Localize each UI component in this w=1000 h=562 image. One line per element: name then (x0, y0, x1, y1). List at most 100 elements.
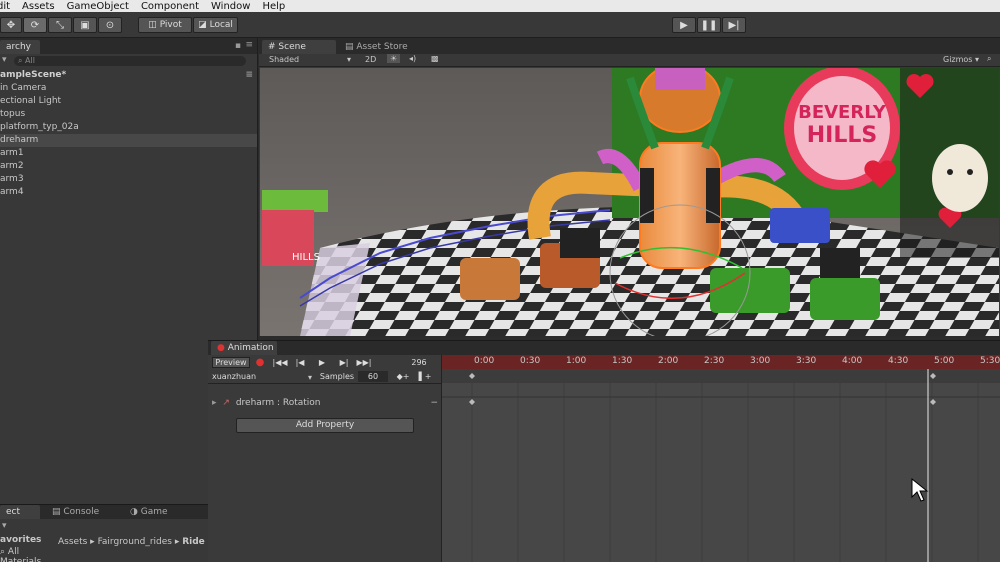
breadcrumb-item[interactable]: Fairground_rides (98, 537, 172, 547)
scene-root[interactable]: ampleScene* ≡ (0, 69, 257, 82)
preview-toggle[interactable]: Preview (212, 357, 250, 368)
scene-tabstrip: # Scene ▤ Asset Store (259, 38, 1000, 54)
scene-search-icon[interactable]: ⌕ (987, 54, 991, 64)
samples-field[interactable]: 60 (358, 371, 388, 382)
time-tick: 5:30 (980, 356, 1000, 366)
next-key-button[interactable]: ▶| (336, 357, 352, 368)
time-tick: 4:00 (842, 356, 863, 366)
last-key-button[interactable]: ▶▶| (356, 357, 372, 368)
scale-icon: ⤡ (56, 19, 64, 31)
main-toolbar: ✥ ⟳ ⤡ ▣ ⊙ ◫ Pivot ◪ Local ▶ ❚❚ ▶| (0, 12, 1000, 38)
hierarchy-item[interactable]: platform_typ_02a (0, 121, 257, 134)
tab-game-label: Game (140, 507, 168, 517)
prev-key-icon: |◀ (295, 358, 305, 367)
rect-icon: ▣ (80, 19, 90, 31)
tab-asset-store-label: Asset Store (356, 42, 408, 52)
tab-asset-store[interactable]: ▤ Asset Store (339, 40, 419, 54)
hierarchy-item[interactable]: arm1 (0, 147, 257, 160)
hierarchy-item[interactable]: in Camera (0, 82, 257, 95)
tab-console[interactable]: ▤ Console (46, 505, 106, 519)
add-property-button[interactable]: Add Property (236, 418, 414, 433)
panel-menu-icon[interactable]: ≡ (245, 40, 253, 50)
time-tick: 2:30 (704, 356, 725, 366)
expand-arrow-icon[interactable]: ▸ (212, 398, 217, 408)
add-keyframe-button[interactable]: ◆+ (396, 371, 410, 382)
frame-field[interactable]: 296 (404, 357, 434, 368)
step-icon: ▶| (728, 19, 740, 31)
hierarchy-tab[interactable]: archy (0, 40, 40, 54)
time-ruler[interactable]: 0:00 0:30 1:00 1:30 2:00 2:30 3:00 3:30 … (442, 355, 1000, 369)
add-keyframe-icon: ◆+ (396, 372, 410, 381)
scene-viewport[interactable]: BEVERLY HILLS HILLS (260, 68, 999, 336)
breadcrumb-item[interactable]: Ride (182, 537, 205, 547)
hierarchy-item[interactable]: arm4 (0, 186, 257, 199)
rotation-keyframe[interactable] (469, 399, 475, 405)
hierarchy-item-selected[interactable]: dreharm (0, 134, 257, 147)
menu-component[interactable]: Component (141, 1, 199, 12)
animation-tab-label: Animation (227, 343, 274, 353)
scene-menu-icon[interactable]: ≡ (245, 69, 253, 82)
hierarchy-tab-label: archy (6, 42, 31, 52)
gizmos-dropdown-icon: ▾ (975, 55, 980, 64)
create-dropdown-icon[interactable]: ▾ (2, 55, 7, 65)
rect-tool-button[interactable]: ▣ (73, 17, 97, 33)
hierarchy-item[interactable]: ectional Light (0, 95, 257, 108)
effects-toggle-icon[interactable]: ▩ (431, 54, 439, 63)
project-panel: ect ▤ Console ◑ Game ▾ avorites ⌕ All Ma… (0, 504, 208, 562)
tab-scene[interactable]: # Scene (262, 40, 336, 54)
hierarchy-item[interactable]: topus (0, 108, 257, 121)
frame-value: 296 (411, 358, 427, 367)
scale-tool-button[interactable]: ⤡ (48, 17, 72, 33)
lighting-toggle-icon[interactable]: ☀ (387, 54, 401, 63)
tab-console-label: Console (63, 507, 100, 517)
tab-game[interactable]: ◑ Game (124, 505, 176, 519)
audio-toggle-icon[interactable]: ◂) (409, 54, 416, 63)
project-tabstrip: ect ▤ Console ◑ Game (0, 505, 208, 519)
transform-tool-button[interactable]: ⊙ (98, 17, 122, 33)
play-icon: ▶ (680, 19, 688, 31)
property-remove-icon[interactable]: − (430, 397, 438, 410)
rotate-tool-button[interactable]: ⟳ (23, 17, 47, 33)
clip-dropdown-icon: ▾ (308, 373, 313, 382)
menu-edit[interactable]: dit (0, 1, 10, 12)
preview-label: Preview (215, 358, 247, 367)
shading-dropdown[interactable]: Shaded (269, 55, 299, 64)
add-event-button[interactable]: ▌+ (418, 371, 432, 382)
rotation-keyframe[interactable] (930, 399, 936, 405)
console-icon: ▤ (52, 507, 61, 517)
2d-toggle[interactable]: 2D (365, 55, 376, 64)
menu-gameobject[interactable]: GameObject (67, 1, 129, 12)
step-button[interactable]: ▶| (722, 17, 746, 33)
menu-help[interactable]: Help (262, 1, 285, 12)
hierarchy-item[interactable]: arm2 (0, 160, 257, 173)
record-button[interactable]: ● (252, 357, 268, 368)
favorite-item[interactable]: ⌕ All Materials (0, 547, 56, 562)
local-toggle[interactable]: ◪ Local (193, 17, 238, 33)
create-dropdown-icon[interactable]: ▾ (2, 521, 7, 531)
animation-timeline[interactable]: 0:00 0:30 1:00 1:30 2:00 2:30 3:00 3:30 … (442, 355, 1000, 562)
tab-project[interactable]: ect (0, 505, 40, 519)
move-tool-button[interactable]: ✥ (0, 17, 22, 33)
gizmos-dropdown[interactable]: Gizmos (943, 55, 972, 64)
menu-window[interactable]: Window (211, 1, 250, 12)
first-key-button[interactable]: |◀◀ (272, 357, 288, 368)
property-row[interactable]: ▸ ↗ dreharm : Rotation − (212, 397, 440, 410)
pivot-label: Pivot (159, 20, 182, 30)
record-icon: ● (255, 357, 265, 368)
clip-dropdown[interactable]: xuanzhuan (212, 371, 316, 382)
pivot-toggle[interactable]: ◫ Pivot (138, 17, 192, 33)
animation-tab[interactable]: ● Animation (211, 341, 277, 355)
menu-assets[interactable]: Assets (22, 1, 55, 12)
lock-icon[interactable]: ▪ (235, 41, 241, 51)
left-sign-text: HILLS (292, 252, 320, 263)
time-tick: 0:00 (474, 356, 495, 366)
samples-label: Samples (319, 372, 355, 381)
prev-key-button[interactable]: |◀ (292, 357, 308, 368)
hierarchy-item[interactable]: arm3 (0, 173, 257, 186)
pause-button[interactable]: ❚❚ (697, 17, 721, 33)
breadcrumb-item[interactable]: Assets (58, 537, 87, 547)
hierarchy-search-input[interactable]: ⌕ All (14, 56, 246, 66)
tab-project-label: ect (6, 507, 21, 517)
anim-play-button[interactable]: ▶ (314, 357, 330, 368)
play-button[interactable]: ▶ (672, 17, 696, 33)
